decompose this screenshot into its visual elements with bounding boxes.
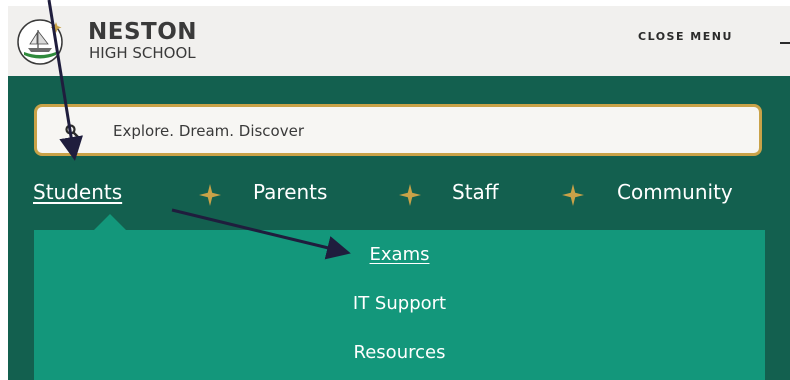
close-menu-icon[interactable] xyxy=(780,42,790,44)
students-submenu: Exams IT Support Resources xyxy=(34,214,765,380)
school-subtitle: HIGH SCHOOL xyxy=(89,44,196,62)
menu-panel: Students Parents Staff Community Exams I… xyxy=(8,76,790,380)
school-name: NESTON xyxy=(88,19,198,45)
school-crest-logo[interactable] xyxy=(16,18,64,66)
close-menu-button[interactable]: CLOSE MENU xyxy=(638,30,733,43)
star-icon xyxy=(399,184,421,206)
submenu-caret xyxy=(94,214,126,230)
star-icon xyxy=(199,184,221,206)
nav-staff[interactable]: Staff xyxy=(452,180,499,204)
nav-community[interactable]: Community xyxy=(617,180,733,204)
nav-parents[interactable]: Parents xyxy=(253,180,327,204)
submenu-item-it-support[interactable]: IT Support xyxy=(34,293,765,314)
submenu-item-exams[interactable]: Exams xyxy=(34,244,765,265)
nav-students[interactable]: Students xyxy=(33,180,122,204)
site-header: NESTON HIGH SCHOOL CLOSE MENU xyxy=(8,6,790,76)
search-icon xyxy=(65,124,79,138)
search-input[interactable] xyxy=(113,119,713,143)
search-box[interactable] xyxy=(34,104,762,156)
submenu-item-resources[interactable]: Resources xyxy=(34,342,765,363)
star-icon xyxy=(562,184,584,206)
